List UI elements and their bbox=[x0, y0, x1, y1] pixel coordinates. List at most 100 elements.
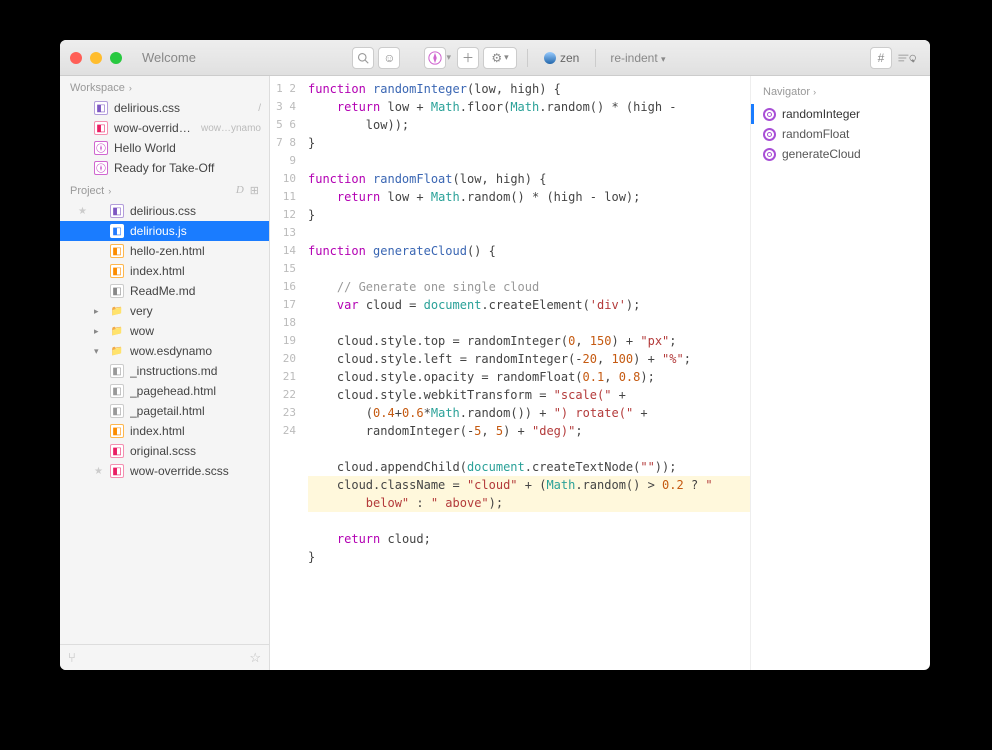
workspace-item[interactable]: ◧wow-override.scsswow…ynamo bbox=[60, 118, 269, 138]
file-name: Ready for Take-Off bbox=[114, 161, 261, 175]
project-item[interactable]: ◧ index.html bbox=[60, 261, 269, 281]
project-item[interactable]: ★ ◧ delirious.css bbox=[60, 201, 269, 221]
navigator-item[interactable]: generateCloud bbox=[751, 144, 930, 164]
file-name: wow-override.scss bbox=[130, 464, 261, 478]
code-editor[interactable]: 1 2 3 4 5 6 7 8 9 10 11 12 13 14 15 16 1… bbox=[270, 76, 750, 670]
project-item[interactable]: ▸ 📁 very bbox=[60, 301, 269, 321]
file-name: delirious.js bbox=[130, 224, 261, 238]
symbol-name: randomInteger bbox=[782, 107, 860, 121]
css-file-icon: ◧ bbox=[110, 204, 124, 218]
minimize-button[interactable] bbox=[90, 52, 102, 64]
file-file-icon: ◧ bbox=[110, 404, 124, 418]
html-file-icon: ◧ bbox=[110, 244, 124, 258]
file-name: delirious.css bbox=[114, 101, 252, 115]
close-button[interactable] bbox=[70, 52, 82, 64]
project-item[interactable]: ▾ 📁 wow.esdynamo bbox=[60, 341, 269, 361]
file-file-icon: ◧ bbox=[110, 384, 124, 398]
chevron-down-icon[interactable]: ▾ bbox=[446, 52, 451, 63]
project-item[interactable]: ★ ◧ wow-override.scss bbox=[60, 461, 269, 481]
compass-icon bbox=[94, 141, 108, 155]
compass-icon bbox=[94, 161, 108, 175]
file-name: original.scss bbox=[130, 444, 261, 458]
file-name: index.html bbox=[130, 264, 261, 278]
settings-icon[interactable] bbox=[896, 47, 918, 69]
hash-button[interactable]: # bbox=[870, 47, 892, 69]
file-file-icon: ◧ bbox=[110, 364, 124, 378]
symbol-name: randomFloat bbox=[782, 127, 849, 141]
star-icon[interactable]: ★ bbox=[78, 206, 88, 217]
project-item[interactable]: ◧ ReadMe.md bbox=[60, 281, 269, 301]
file-name: _instructions.md bbox=[130, 364, 261, 378]
folder-icon: 📁 bbox=[110, 324, 124, 338]
zen-icon bbox=[544, 52, 556, 64]
file-name: hello-zen.html bbox=[130, 244, 261, 258]
project-header[interactable]: Project › D⊞ bbox=[60, 178, 269, 201]
tab-title[interactable]: Welcome bbox=[136, 50, 350, 65]
project-item[interactable]: ◧ hello-zen.html bbox=[60, 241, 269, 261]
file-name: ReadMe.md bbox=[130, 284, 261, 298]
star-icon[interactable]: ☆ bbox=[249, 650, 261, 666]
disclosure-triangle[interactable]: ▾ bbox=[94, 346, 104, 357]
grid-tool-icon[interactable]: ⊞ bbox=[250, 184, 259, 197]
file-name: delirious.css bbox=[130, 204, 261, 218]
star-icon[interactable]: ★ bbox=[94, 466, 104, 477]
compass-button[interactable] bbox=[424, 47, 446, 69]
workspace-header[interactable]: Workspace › bbox=[60, 76, 269, 98]
folder-icon: 📁 bbox=[110, 344, 124, 358]
project-item[interactable]: ◧ _pagetail.html bbox=[60, 401, 269, 421]
sidebar-footer: ⑂ ☆ bbox=[60, 644, 269, 670]
search-button[interactable] bbox=[352, 47, 374, 69]
workspace-item[interactable]: Hello World bbox=[60, 138, 269, 158]
sidebar: Workspace › ◧delirious.css/◧wow-override… bbox=[60, 76, 270, 670]
workspace-item[interactable]: ◧ delirious.css / bbox=[60, 98, 269, 118]
navigator-item[interactable]: randomFloat bbox=[751, 124, 930, 144]
file-meta: / bbox=[258, 103, 261, 114]
disclosure-triangle[interactable]: ▸ bbox=[94, 306, 104, 317]
project-item[interactable]: ◧ original.scss bbox=[60, 441, 269, 461]
zen-label: zen bbox=[560, 51, 579, 65]
project-item[interactable]: ◧ _pagehead.html bbox=[60, 381, 269, 401]
scss-file-icon: ◧ bbox=[110, 444, 124, 458]
function-icon bbox=[763, 148, 776, 161]
js-file-icon: ◧ bbox=[110, 224, 124, 238]
project-item[interactable]: ▸ 📁 wow bbox=[60, 321, 269, 341]
disclosure-triangle[interactable]: ▸ bbox=[94, 326, 104, 337]
line-gutter: 1 2 3 4 5 6 7 8 9 10 11 12 13 14 15 16 1… bbox=[270, 76, 302, 670]
function-icon bbox=[763, 108, 776, 121]
titlebar: Welcome ☺ ▾ ＋ ⚙ ▾ zen re-indent ▾ # bbox=[60, 40, 930, 76]
zen-toggle[interactable]: zen bbox=[544, 51, 579, 65]
file-meta: wow…ynamo bbox=[201, 123, 261, 134]
branch-icon[interactable]: ⑂ bbox=[68, 650, 76, 665]
separator bbox=[527, 49, 528, 67]
navigator-item[interactable]: randomInteger bbox=[751, 104, 930, 124]
html-file-icon: ◧ bbox=[110, 424, 124, 438]
code-content[interactable]: function randomInteger(low, high) { retu… bbox=[302, 76, 750, 670]
css-file-icon: ◧ bbox=[94, 101, 108, 115]
smile-button[interactable]: ☺ bbox=[378, 47, 400, 69]
navigator-header[interactable]: Navigator › bbox=[751, 80, 930, 104]
project-item[interactable]: ◧ delirious.js bbox=[60, 221, 269, 241]
symbol-name: generateCloud bbox=[782, 147, 861, 161]
html-file-icon: ◧ bbox=[110, 264, 124, 278]
file-name: _pagetail.html bbox=[130, 404, 261, 418]
gear-menu[interactable]: ⚙ ▾ bbox=[483, 47, 517, 69]
window-controls bbox=[70, 52, 122, 64]
file-name: index.html bbox=[130, 424, 261, 438]
folder-icon: 📁 bbox=[110, 304, 124, 318]
reindent-menu[interactable]: re-indent ▾ bbox=[610, 51, 665, 65]
project-item[interactable]: ◧ index.html bbox=[60, 421, 269, 441]
file-name: very bbox=[130, 304, 261, 318]
zoom-button[interactable] bbox=[110, 52, 122, 64]
project-item[interactable]: ◧ _instructions.md bbox=[60, 361, 269, 381]
separator bbox=[595, 49, 596, 67]
navigator-panel: Navigator › randomInteger randomFloat gene… bbox=[750, 76, 930, 670]
text-tool-icon[interactable]: D bbox=[236, 184, 244, 197]
md-file-icon: ◧ bbox=[110, 284, 124, 298]
file-name: wow bbox=[130, 324, 261, 338]
file-name: wow.esdynamo bbox=[130, 344, 261, 358]
file-name: _pagehead.html bbox=[130, 384, 261, 398]
app-window: Welcome ☺ ▾ ＋ ⚙ ▾ zen re-indent ▾ # Work… bbox=[60, 40, 930, 670]
workspace-item[interactable]: Ready for Take-Off bbox=[60, 158, 269, 178]
add-button[interactable]: ＋ bbox=[457, 47, 479, 69]
scss-file-icon: ◧ bbox=[110, 464, 124, 478]
